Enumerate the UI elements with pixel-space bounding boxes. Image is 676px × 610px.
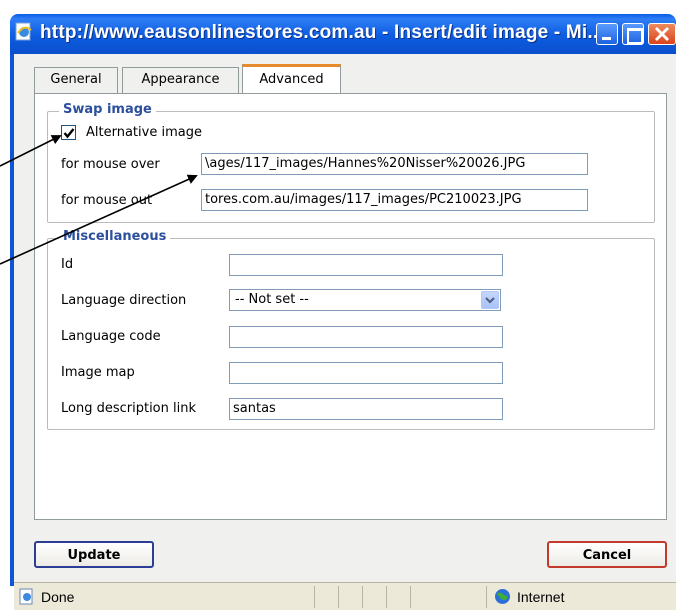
mouse-over-input[interactable]: \ages/117_images/Hannes%20Nisser%20026.J… — [201, 153, 588, 175]
checkmark-icon — [63, 128, 75, 139]
ie-page-icon — [15, 22, 32, 41]
alternative-image-checkbox[interactable] — [61, 125, 76, 140]
language-direction-label: Language direction — [61, 293, 187, 308]
window-titlebar[interactable]: http://www.eausonlinestores.com.au - Ins… — [10, 14, 676, 54]
tab-appearance[interactable]: Appearance — [122, 67, 239, 94]
tab-advanced[interactable]: Advanced — [242, 64, 341, 95]
swap-image-legend: Swap image — [59, 102, 156, 117]
internet-globe-icon — [495, 589, 510, 604]
status-divider — [362, 586, 363, 608]
status-divider — [410, 586, 411, 608]
tab-general[interactable]: General — [34, 67, 118, 94]
long-description-label: Long description link — [61, 401, 196, 416]
maximize-icon[interactable] — [622, 23, 644, 45]
language-code-input[interactable] — [229, 326, 503, 348]
status-divider — [386, 586, 387, 608]
alternative-image-label: Alternative image — [86, 125, 202, 140]
page-done-icon — [19, 588, 33, 605]
long-description-input[interactable]: santas — [229, 398, 503, 420]
miscellaneous-legend: Miscellaneous — [59, 229, 171, 244]
mouse-out-input[interactable]: tores.com.au/images/117_images/PC210023.… — [201, 189, 588, 211]
window-title: http://www.eausonlinestores.com.au - Ins… — [40, 22, 604, 43]
status-divider — [314, 586, 315, 608]
image-map-label: Image map — [61, 365, 135, 380]
language-code-label: Language code — [61, 329, 161, 344]
mouse-out-label: for mouse out — [61, 193, 153, 208]
zone-text: Internet — [517, 589, 565, 605]
update-button[interactable]: Update — [34, 541, 154, 568]
id-input[interactable] — [229, 254, 503, 276]
status-text: Done — [41, 589, 75, 605]
status-bar: Done Internet — [14, 582, 676, 610]
language-direction-select[interactable]: -- Not set -- — [229, 289, 501, 311]
status-divider — [486, 586, 487, 608]
chevron-down-icon[interactable] — [481, 291, 499, 309]
close-icon[interactable] — [648, 23, 676, 45]
image-map-input[interactable] — [229, 362, 503, 384]
language-direction-value: -- Not set -- — [235, 292, 309, 307]
id-label: Id — [61, 257, 74, 272]
minimize-icon[interactable] — [596, 23, 618, 45]
cancel-button[interactable]: Cancel — [547, 541, 667, 568]
status-divider — [338, 586, 339, 608]
mouse-over-label: for mouse over — [61, 157, 160, 172]
